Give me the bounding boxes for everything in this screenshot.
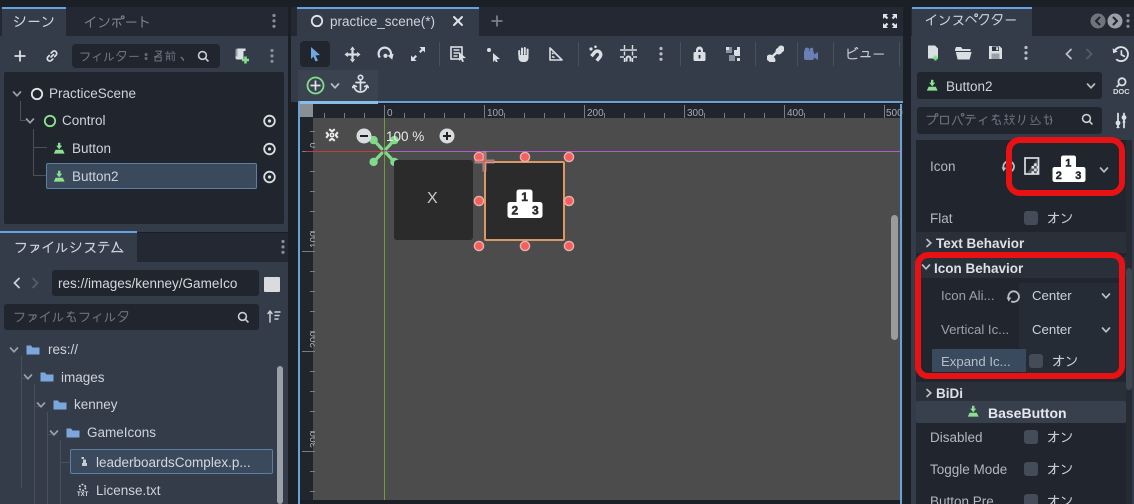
svg-text:2: 2 <box>512 204 519 218</box>
svg-text:400: 400 <box>787 108 804 119</box>
svg-text:0: 0 <box>309 142 315 148</box>
svg-text:3: 3 <box>532 204 539 218</box>
svg-text:200: 200 <box>309 331 315 348</box>
svg-text:300: 300 <box>309 431 315 448</box>
svg-text:200: 200 <box>587 108 604 119</box>
svg-text:DOC: DOC <box>1113 87 1130 95</box>
svg-text:500: 500 <box>886 108 903 119</box>
svg-text:1: 1 <box>521 190 528 204</box>
svg-text:0: 0 <box>387 108 393 119</box>
svg-text:100: 100 <box>487 108 504 119</box>
svg-text:300: 300 <box>687 108 704 119</box>
svg-text:TXT: TXT <box>77 492 89 497</box>
svg-text:100: 100 <box>309 231 315 248</box>
